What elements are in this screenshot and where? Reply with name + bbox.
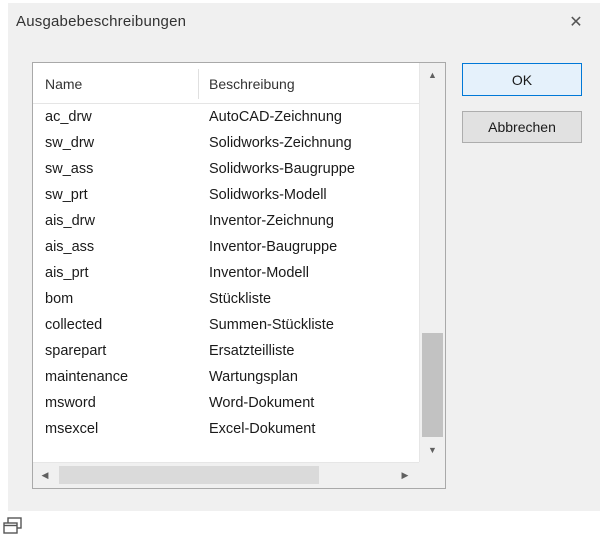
cancel-button[interactable]: Abbrechen bbox=[462, 111, 582, 143]
row-name-cell: ac_drw bbox=[45, 109, 92, 125]
description-list[interactable]: Name Beschreibung ac_drw AutoCAD-Zeichnun… bbox=[32, 62, 446, 489]
list-header: Name Beschreibung bbox=[33, 63, 419, 104]
row-name-cell: sparepart bbox=[45, 343, 107, 359]
ok-button[interactable]: OK bbox=[462, 63, 582, 96]
row-description-cell: Wartungsplan bbox=[209, 369, 298, 385]
row-name-cell: maintenance bbox=[45, 369, 129, 385]
list-row[interactable]: collected Summen-Stückliste bbox=[33, 313, 419, 339]
vertical-scrollbar[interactable]: ▲ ▼ bbox=[419, 63, 445, 462]
row-name-cell: ais_drw bbox=[45, 213, 95, 229]
row-description-cell: Summen-Stückliste bbox=[209, 317, 334, 333]
row-description-cell: Solidworks-Zeichnung bbox=[209, 135, 352, 151]
list-row[interactable]: ac_drw AutoCAD-Zeichnung bbox=[33, 105, 419, 131]
scrollbar-corner bbox=[419, 462, 445, 488]
scroll-right-icon[interactable]: ▶ bbox=[393, 463, 417, 488]
list-row[interactable]: sw_drw Solidworks-Zeichnung bbox=[33, 131, 419, 157]
horizontal-scroll-thumb[interactable] bbox=[59, 466, 319, 484]
window-title: Ausgabebeschreibungen bbox=[16, 13, 187, 30]
list-row[interactable]: sw_prt Solidworks-Modell bbox=[33, 183, 419, 209]
list-row[interactable]: ais_prt Inventor-Modell bbox=[33, 261, 419, 287]
row-description-cell: Stückliste bbox=[209, 291, 272, 307]
row-name-cell: collected bbox=[45, 317, 103, 333]
row-name-cell: bom bbox=[45, 291, 74, 307]
title-bar[interactable]: Ausgabebeschreibungen ✕ bbox=[8, 3, 600, 41]
row-name-cell: sw_drw bbox=[45, 135, 95, 151]
row-description-cell: Word-Dokument bbox=[209, 395, 315, 411]
row-name-cell: sw_ass bbox=[45, 161, 94, 177]
row-description-cell: Inventor-Zeichnung bbox=[209, 213, 334, 229]
scroll-up-icon[interactable]: ▲ bbox=[420, 63, 445, 87]
row-description-cell: Solidworks-Modell bbox=[209, 187, 327, 203]
list-row[interactable]: maintenance Wartungsplan bbox=[33, 365, 419, 391]
row-name-cell: ais_prt bbox=[45, 265, 89, 281]
scroll-down-icon[interactable]: ▼ bbox=[420, 438, 445, 462]
close-icon[interactable]: ✕ bbox=[564, 11, 588, 33]
list-row[interactable]: sparepart Ersatzteilliste bbox=[33, 339, 419, 365]
list-row[interactable]: msword Word-Dokument bbox=[33, 391, 419, 417]
dialog-window: Ausgabebeschreibungen ✕ Name Beschreibun… bbox=[8, 3, 600, 511]
row-description-cell: Solidworks-Baugruppe bbox=[209, 161, 355, 177]
column-separator[interactable] bbox=[198, 69, 199, 99]
list-row[interactable]: ais_ass Inventor-Baugruppe bbox=[33, 235, 419, 261]
row-name-cell: msexcel bbox=[45, 421, 99, 437]
column-header-name[interactable]: Name bbox=[45, 76, 82, 92]
vertical-scroll-thumb[interactable] bbox=[422, 333, 443, 437]
row-description-cell: Ersatzteilliste bbox=[209, 343, 295, 359]
row-description-cell: Inventor-Modell bbox=[209, 265, 309, 281]
list-row[interactable]: msexcel Excel-Dokument bbox=[33, 417, 419, 443]
row-name-cell: ais_ass bbox=[45, 239, 95, 255]
list-row[interactable]: bom Stückliste bbox=[33, 287, 419, 313]
row-description-cell: Excel-Dokument bbox=[209, 421, 316, 437]
row-description-cell: Inventor-Baugruppe bbox=[209, 239, 338, 255]
row-description-cell: AutoCAD-Zeichnung bbox=[209, 109, 342, 125]
row-name-cell: sw_prt bbox=[45, 187, 88, 203]
row-name-cell: msword bbox=[45, 395, 96, 411]
list-body: ac_drw AutoCAD-Zeichnung sw_drw Solidworks-… bbox=[33, 105, 419, 443]
scroll-left-icon[interactable]: ◀ bbox=[33, 463, 57, 488]
horizontal-scrollbar[interactable]: ◀ ▶ bbox=[33, 462, 419, 488]
restore-window-icon[interactable] bbox=[2, 516, 24, 536]
list-row[interactable]: ais_drw Inventor-Zeichnung bbox=[33, 209, 419, 235]
column-header-description[interactable]: Beschreibung bbox=[209, 76, 295, 92]
list-row[interactable]: sw_ass Solidworks-Baugruppe bbox=[33, 157, 419, 183]
